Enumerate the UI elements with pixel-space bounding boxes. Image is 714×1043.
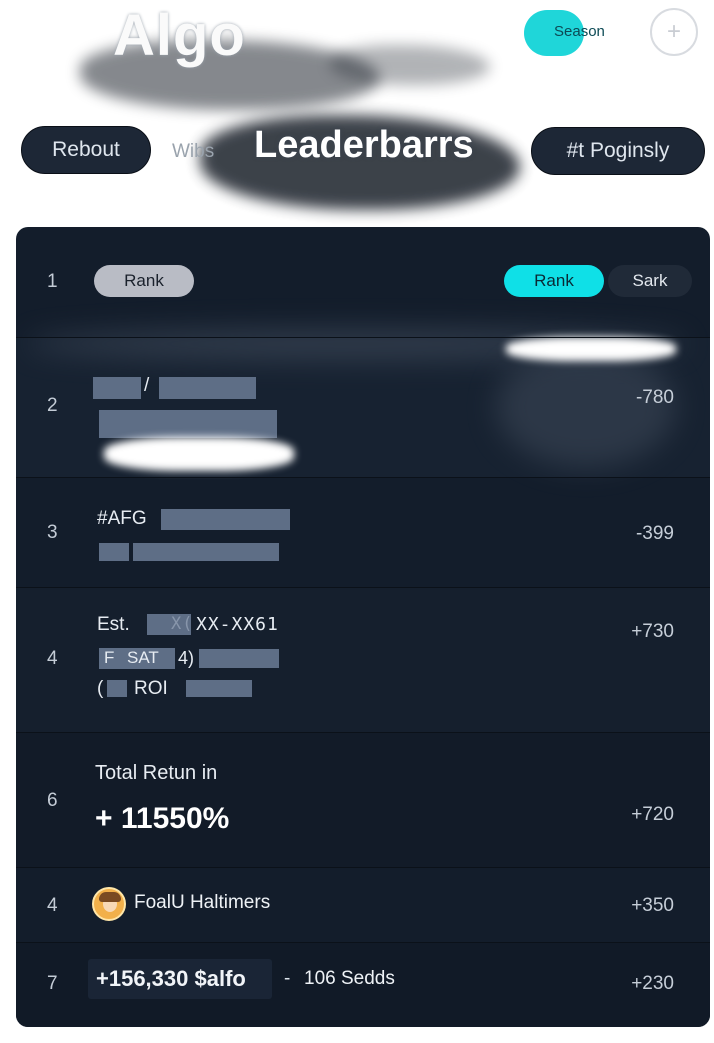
row-divider — [16, 337, 710, 338]
leaderboard-row[interactable]: 6 Total Retun in + 11550% +720 — [16, 732, 710, 867]
season-label: Season — [554, 23, 605, 40]
leaderboard-row[interactable]: 4 FoalU Haltimers +350 — [16, 867, 710, 942]
rank-number: 3 — [47, 522, 58, 543]
tab-sark[interactable]: Sark — [608, 265, 692, 297]
nav-pill-rebout[interactable]: Rebout — [21, 126, 151, 174]
rank-number: 4 — [47, 648, 58, 669]
trade-count: 106 Sedds — [304, 968, 395, 989]
glare-spot — [506, 337, 676, 361]
score-value: +230 — [631, 973, 674, 994]
score-value: +730 — [631, 621, 674, 642]
score-value: -780 — [635, 387, 674, 408]
pnl-separator: - — [284, 968, 291, 989]
pnl-value: +156,330 $alfo — [96, 966, 246, 991]
faded-code: X( — [171, 614, 194, 634]
redacted-text — [107, 680, 127, 697]
rank-number: 2 — [47, 395, 58, 416]
leaderboard-row[interactable]: 4 Est. X( XX-XX61 F SAT 4) ( ROI +730 — [16, 587, 710, 732]
row-divider — [16, 477, 710, 478]
redacted-text — [161, 509, 290, 530]
player-tag: #AFG — [97, 508, 147, 529]
rank-number: 6 — [47, 790, 58, 811]
total-return-value: + 11550% — [95, 802, 230, 835]
redacted-text — [99, 543, 129, 561]
leaderboard-row[interactable]: 2 / -780 — [16, 329, 710, 477]
leaderboard-row[interactable]: 7 +156,330 $alfo - 106 Sedds +230 — [16, 942, 710, 1027]
page-title: Leaderbarrs — [254, 124, 474, 166]
season-toggle[interactable]: Season — [524, 10, 616, 56]
nav-pill-poginsly[interactable]: #t Poginsly — [531, 127, 705, 175]
score-value: -399 — [635, 523, 674, 544]
row-divider — [16, 732, 710, 733]
avatar-hair — [99, 892, 121, 902]
app-logo: Algo — [113, 3, 246, 68]
rank-filter-tab[interactable]: Rank — [94, 265, 194, 297]
leaderboard-row[interactable]: 3 #AFG -399 — [16, 477, 710, 587]
line2-digit: 4) — [178, 648, 195, 668]
header-smear-2 — [330, 45, 490, 85]
row-divider — [16, 587, 710, 588]
rank-number: 1 — [47, 271, 58, 292]
rank-number: 7 — [47, 973, 58, 994]
leaderboard-row: 1 Rank Rank Sark — [16, 227, 710, 337]
add-button[interactable]: + — [650, 8, 698, 56]
sat-chip: SAT — [127, 648, 159, 667]
user-avatar-icon — [92, 887, 126, 921]
line2-prefix: F — [104, 648, 115, 667]
redacted-text — [186, 680, 252, 697]
player-name[interactable]: FoalU Haltimers — [134, 892, 270, 914]
redacted-text — [133, 543, 279, 561]
rank-number: 4 — [47, 895, 58, 916]
roi-label: ROI — [134, 678, 168, 699]
account-code: XX-XX61 — [196, 614, 279, 635]
est-label: Est. — [97, 614, 130, 635]
row-divider — [16, 867, 710, 868]
redacted-text — [199, 649, 279, 668]
redacted-text — [93, 377, 141, 399]
leaderboard-panel: 1 Rank Rank Sark 2 / -780 3 #AFG -399 4 … — [16, 227, 710, 1027]
score-value: +720 — [631, 804, 674, 825]
score-value: +350 — [631, 895, 674, 916]
plus-icon: + — [666, 18, 681, 45]
tab-rank[interactable]: Rank — [504, 265, 604, 297]
redacted-text — [159, 377, 256, 399]
line3-prefix: ( — [97, 678, 104, 699]
row-divider — [16, 942, 710, 943]
redacted-text — [99, 410, 277, 438]
total-return-label: Total Retun in — [95, 762, 218, 784]
glare-spot — [104, 437, 294, 471]
name-separator: / — [144, 375, 150, 396]
nav-link-wibs[interactable]: Wibs — [172, 141, 214, 163]
